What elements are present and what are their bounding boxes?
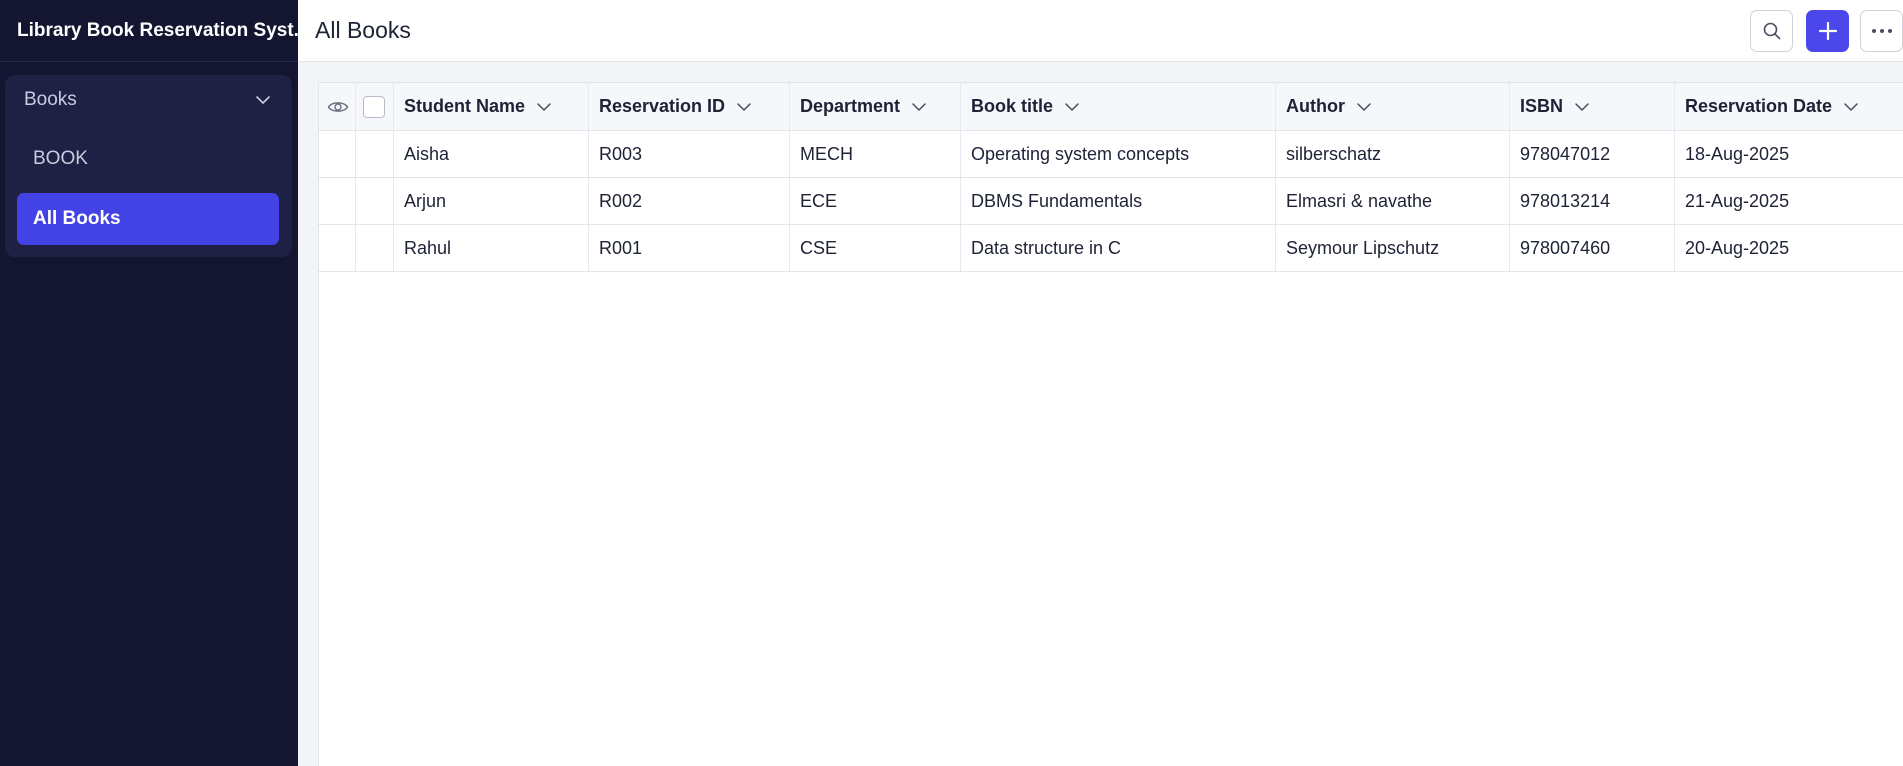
nav-group-header-books[interactable]: Books [5, 75, 292, 125]
chevron-down-icon [1065, 102, 1079, 111]
sidebar-item-label: All Books [33, 208, 121, 229]
row-select-cell [355, 131, 393, 177]
cell-book-title: Operating system concepts [960, 131, 1275, 177]
cell-isbn: 978007460 [1509, 225, 1674, 271]
search-icon [1763, 22, 1780, 40]
cell-author: Elmasri & navathe [1275, 178, 1509, 224]
table-row[interactable]: Rahul R001 CSE Data structure in C Seymo… [319, 225, 1903, 272]
column-header-label: Reservation ID [599, 96, 726, 116]
sidebar-item-all-books[interactable]: All Books [17, 193, 279, 245]
cell-student-name: Aisha [393, 131, 588, 177]
chevron-down-icon [1575, 102, 1589, 111]
more-options-button[interactable] [1860, 10, 1903, 52]
cell-isbn: 978047012 [1509, 131, 1674, 177]
chevron-down-icon [256, 96, 270, 104]
page-title: All Books [315, 16, 411, 43]
plus-icon [1818, 21, 1837, 41]
column-header-student-name[interactable]: Student Name [393, 83, 588, 130]
row-select-cell [355, 178, 393, 224]
books-table: Student Name Reservation ID Department B… [318, 82, 1903, 766]
column-header-label: Reservation Date [1685, 96, 1833, 116]
cell-book-title: Data structure in C [960, 225, 1275, 271]
column-header-author[interactable]: Author [1275, 83, 1509, 130]
sidebar: Library Book Reservation Syst... Books B… [0, 0, 298, 766]
cell-student-name: Rahul [393, 225, 588, 271]
cell-book-title: DBMS Fundamentals [960, 178, 1275, 224]
chevron-down-icon [912, 102, 926, 111]
cell-reservation-id: R002 [588, 178, 789, 224]
search-button[interactable] [1750, 10, 1793, 52]
topbar: All Books [298, 0, 1903, 62]
row-view-cell [319, 131, 355, 177]
chevron-down-icon [737, 102, 751, 111]
column-header-label: ISBN [1520, 96, 1564, 116]
table-header-row: Student Name Reservation ID Department B… [319, 83, 1903, 131]
chevron-down-icon [1357, 102, 1371, 111]
select-all-checkbox[interactable] [363, 95, 385, 118]
chevron-down-icon [537, 102, 551, 111]
cell-reservation-id: R001 [588, 225, 789, 271]
sidebar-item-label: BOOK [33, 148, 88, 169]
column-header-label: Student Name [404, 96, 526, 116]
column-header-reservation-date[interactable]: Reservation Date [1674, 83, 1903, 130]
app-title: Library Book Reservation Syst... [0, 0, 298, 62]
cell-department: MECH [789, 131, 960, 177]
column-header-label: Book title [971, 96, 1054, 116]
cell-reservation-date: 20-Aug-2025 [1674, 225, 1903, 271]
cell-reservation-date: 21-Aug-2025 [1674, 178, 1903, 224]
cell-author: silberschatz [1275, 131, 1509, 177]
column-header-book-title[interactable]: Book title [960, 83, 1275, 130]
cell-isbn: 978013214 [1509, 178, 1674, 224]
column-header-department[interactable]: Department [789, 83, 960, 130]
more-horizontal-icon [1871, 29, 1892, 33]
cell-department: ECE [789, 178, 960, 224]
chevron-down-icon [1844, 102, 1858, 111]
cell-reservation-id: R003 [588, 131, 789, 177]
cell-author: Seymour Lipschutz [1275, 225, 1509, 271]
select-all-cell [355, 83, 393, 130]
column-header-isbn[interactable]: ISBN [1509, 83, 1674, 130]
cell-student-name: Arjun [393, 178, 588, 224]
column-header-label: Department [800, 96, 901, 116]
row-view-cell [319, 178, 355, 224]
column-header-reservation-id[interactable]: Reservation ID [588, 83, 789, 130]
table-row[interactable]: Aisha R003 MECH Operating system concept… [319, 131, 1903, 178]
row-select-cell [355, 225, 393, 271]
nav-group-books: Books BOOK All Books [5, 75, 292, 257]
sidebar-item-book[interactable]: BOOK [17, 133, 279, 185]
cell-reservation-date: 18-Aug-2025 [1674, 131, 1903, 177]
nav-group-label: Books [24, 89, 77, 110]
column-header-label: Author [1286, 96, 1345, 116]
row-view-cell [319, 225, 355, 271]
cell-department: CSE [789, 225, 960, 271]
add-button[interactable] [1806, 10, 1849, 52]
table-row[interactable]: Arjun R002 ECE DBMS Fundamentals Elmasri… [319, 178, 1903, 225]
view-toggle-cell[interactable] [319, 83, 355, 130]
eye-icon [327, 101, 349, 112]
